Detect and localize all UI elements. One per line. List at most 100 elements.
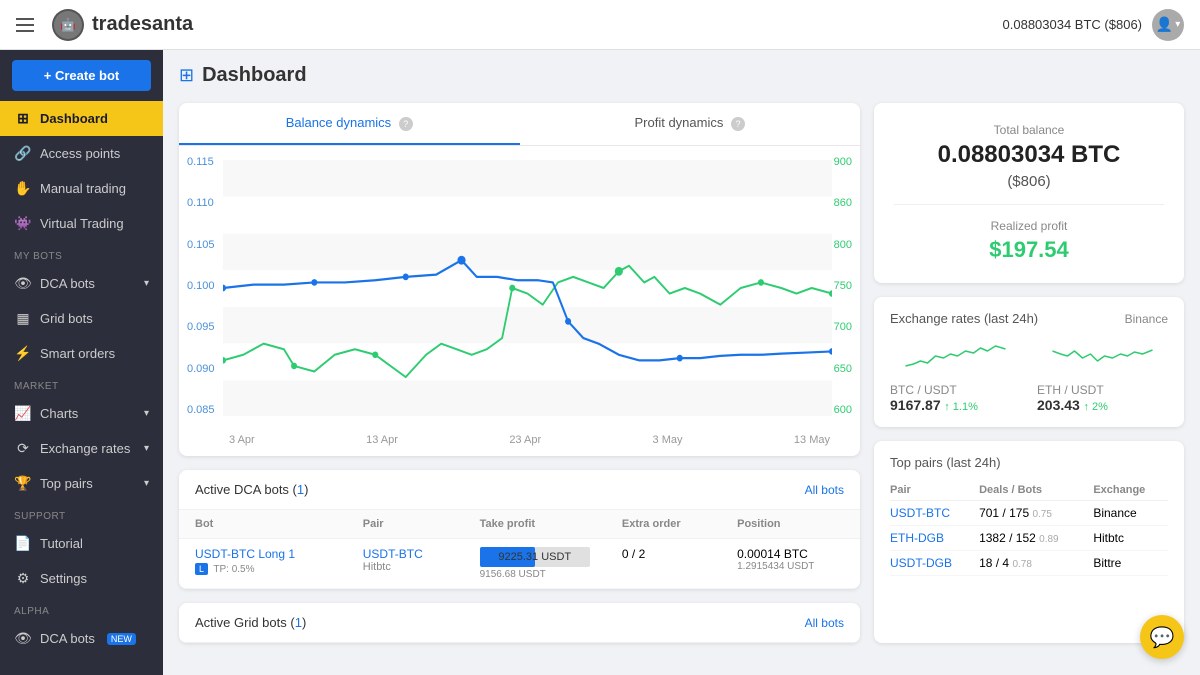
sidebar-item-charts[interactable]: 📈 Charts ▾ [0, 396, 163, 431]
x-label-0: 3 Apr [229, 434, 255, 446]
main-content: ⊞ Dashboard Balance dynamics ? Profit dy… [163, 50, 1200, 675]
x-label-2: 23 Apr [509, 434, 541, 446]
sidebar-item-settings[interactable]: ⚙ Settings [0, 561, 163, 596]
sidebar-label-dca-bots: DCA bots [40, 276, 95, 291]
pair1-price: 9167.87 [890, 397, 941, 413]
sidebar-item-manual-trading[interactable]: ✋ Manual trading [0, 171, 163, 206]
top-pair-3-name[interactable]: USDT-DGB [890, 551, 979, 576]
take-profit-bar: 9225.31 USDT [480, 547, 590, 567]
y-right-3: 750 [834, 280, 852, 292]
top-pair-3-deals: 18 / 4 0.78 [979, 551, 1093, 576]
dashboard-icon: ⊞ [14, 110, 32, 127]
exchange-pair-eth: ETH / USDT 203.43 ↑ 2% [1037, 336, 1168, 413]
all-bots-link[interactable]: All bots [805, 483, 844, 497]
chart-y-axis-right: 900 860 800 750 700 650 600 [834, 156, 852, 416]
top-pair-2-name[interactable]: ETH-DGB [890, 526, 979, 551]
logo: 🤖 tradesanta [52, 9, 193, 41]
grid-bots-header: Active Grid bots (1) All bots [179, 603, 860, 643]
sidebar-item-grid-bots[interactable]: ▦ Grid bots [0, 301, 163, 336]
new-badge: NEW [107, 633, 136, 645]
y-left-3: 0.100 [187, 280, 215, 292]
sidebar-label-charts: Charts [40, 406, 78, 421]
sidebar-item-alpha-dca-bots[interactable]: 👁 DCA bots NEW [0, 621, 163, 656]
x-label-3: 3 May [653, 434, 683, 446]
sidebar-label-top-pairs: Top pairs [40, 476, 93, 491]
pair1-change: ↑ 1.1% [944, 401, 978, 413]
sidebar-label-manual-trading: Manual trading [40, 181, 126, 196]
pair2-change: ↑ 2% [1083, 401, 1107, 413]
balance-dynamics-help-icon[interactable]: ? [399, 117, 413, 131]
user-avatar[interactable]: 👤 ▾ [1152, 9, 1184, 41]
top-pair-1-name[interactable]: USDT-BTC [890, 501, 979, 526]
bot-name-link[interactable]: USDT-BTC Long 1 [195, 547, 331, 561]
page-header: ⊞ Dashboard [179, 64, 1184, 87]
pair1-price-row: 9167.87 ↑ 1.1% [890, 397, 1021, 413]
create-bot-button[interactable]: + Create bot [12, 60, 151, 91]
content-columns: Balance dynamics ? Profit dynamics ? BTC… [179, 103, 1184, 643]
y-right-4: 700 [834, 321, 852, 333]
chat-bubble[interactable]: 💬 [1140, 615, 1184, 659]
eth-mini-chart [1037, 336, 1168, 376]
pairs-col-exchange: Exchange [1093, 480, 1168, 501]
col-position: Position [721, 510, 860, 539]
realized-profit-value: $197.54 [894, 237, 1164, 263]
top-pairs-card: Top pairs (last 24h) Pair Deals / Bots E… [874, 441, 1184, 643]
all-grid-bots-link[interactable]: All bots [805, 616, 844, 630]
exchange-rates-card: Exchange rates (last 24h) Binance BTC / … [874, 297, 1184, 427]
table-row: USDT-DGB 18 / 4 0.78 Bittre [890, 551, 1168, 576]
position-usdt: 1.2915434 USDT [737, 561, 844, 572]
right-panel: Total balance 0.08803034 BTC ($806) Real… [874, 103, 1184, 643]
realized-profit-label: Realized profit [894, 219, 1164, 233]
sidebar-label-dashboard: Dashboard [40, 111, 108, 126]
exchange-rates-arrow-icon: ▾ [144, 443, 149, 454]
top-pairs-arrow-icon: ▾ [144, 478, 149, 489]
pair2-name: ETH / USDT [1037, 383, 1168, 397]
total-balance-usd: ($806) [894, 173, 1164, 190]
profit-dynamics-help-icon[interactable]: ? [731, 117, 745, 131]
alpha-section-label: ALPHA [0, 596, 163, 621]
top-pairs-title: Top pairs (last 24h) [890, 455, 1168, 470]
sidebar-item-smart-orders[interactable]: ⚡ Smart orders [0, 336, 163, 371]
table-row: USDT-BTC 701 / 175 0.75 Binance [890, 501, 1168, 526]
navbar: 🤖 tradesanta 0.08803034 BTC ($806) 👤 ▾ [0, 0, 1200, 50]
sidebar-item-tutorial[interactable]: 📄 Tutorial [0, 526, 163, 561]
top-pairs-icon: 🏆 [14, 475, 32, 492]
dca-bots-header: Active DCA bots (1) All bots [179, 470, 860, 510]
sidebar-item-top-pairs[interactable]: 🏆 Top pairs ▾ [0, 466, 163, 501]
tab-balance-dynamics[interactable]: Balance dynamics ? [179, 103, 520, 145]
col-pair: Pair [347, 510, 464, 539]
bot-exchange: Hitbtc [363, 561, 448, 573]
pairs-col-pair: Pair [890, 480, 979, 501]
top-pair-3-exchange: Bittre [1093, 551, 1168, 576]
tab-profit-dynamics[interactable]: Profit dynamics ? [520, 103, 861, 145]
bot-pair-link[interactable]: USDT-BTC [363, 547, 448, 561]
balance-divider [894, 204, 1164, 205]
bot-tp-percent: TP: 0.5% [213, 564, 254, 575]
y-left-6: 0.085 [187, 404, 215, 416]
sidebar-label-alpha-dca-bots: DCA bots [40, 631, 95, 646]
support-section-label: SUPPORT [0, 501, 163, 526]
btc-mini-chart [890, 336, 1021, 376]
bot-pair-cell: USDT-BTC Hitbtc [347, 539, 464, 589]
smart-orders-icon: ⚡ [14, 345, 32, 362]
logo-icon: 🤖 [52, 9, 84, 41]
y-left-5: 0.090 [187, 363, 215, 375]
sidebar-item-dashboard[interactable]: ⊞ Dashboard [0, 101, 163, 136]
bot-position-cell: 0.00014 BTC 1.2915434 USDT [721, 539, 860, 589]
sidebar-item-dca-bots[interactable]: 👁 DCA bots ▾ [0, 266, 163, 301]
pairs-col-deals: Deals / Bots [979, 480, 1093, 501]
sidebar-item-exchange-rates[interactable]: ⟳ Exchange rates ▾ [0, 431, 163, 466]
y-right-2: 800 [834, 239, 852, 251]
take-profit-value: 9225.31 USDT [480, 547, 590, 567]
sidebar-item-virtual-trading[interactable]: 👾 Virtual Trading [0, 206, 163, 241]
x-label-1: 13 Apr [366, 434, 398, 446]
sidebar-label-grid-bots: Grid bots [40, 311, 93, 326]
top-pair-1-deals: 701 / 175 0.75 [979, 501, 1093, 526]
hamburger-icon[interactable] [16, 18, 34, 32]
sidebar-label-settings: Settings [40, 571, 87, 586]
pair2-price-row: 203.43 ↑ 2% [1037, 397, 1168, 413]
my-bots-section-label: MY BOTS [0, 241, 163, 266]
sidebar-item-access-points[interactable]: 🔗 Access points [0, 136, 163, 171]
sidebar-label-exchange-rates: Exchange rates [40, 441, 130, 456]
navbar-left: 🤖 tradesanta [16, 9, 193, 41]
